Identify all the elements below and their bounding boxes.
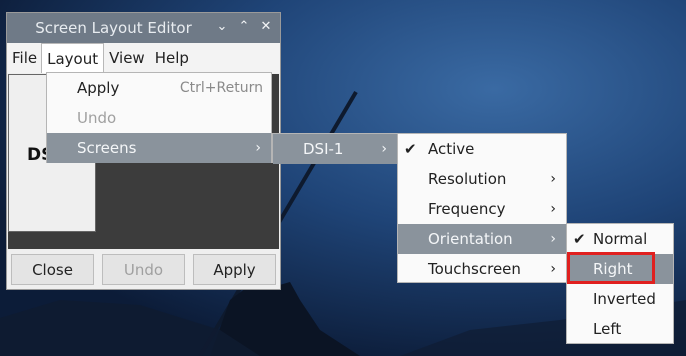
menu-view[interactable]: View	[104, 43, 150, 73]
menu-item-label: Inverted	[593, 290, 656, 308]
menu-item-label: Active	[428, 140, 475, 158]
undo-button[interactable]: Undo	[102, 254, 185, 285]
menu-item-label: Normal	[593, 230, 648, 248]
check-icon: ✔	[573, 230, 586, 248]
check-icon: ✔	[404, 140, 417, 158]
menu-item-left[interactable]: Left	[567, 314, 673, 344]
close-icon[interactable]: ✕	[258, 18, 274, 36]
layout-menu: Apply Ctrl+Return Undo Screens ›	[46, 72, 272, 163]
shortcut-label: Ctrl+Return	[179, 80, 263, 96]
chevron-right-icon: ›	[550, 171, 556, 187]
screens-submenu: DSI-1 ›	[272, 133, 398, 164]
window-title: Screen Layout Editor	[35, 19, 192, 37]
menu-item-inverted[interactable]: Inverted	[567, 284, 673, 314]
menu-item-screens[interactable]: Screens ›	[47, 133, 271, 163]
chevron-right-icon: ›	[550, 201, 556, 217]
chevron-right-icon: ›	[255, 140, 261, 156]
highlight-annotation-box	[567, 252, 655, 284]
menu-help[interactable]: Help	[150, 43, 194, 73]
menu-item-touchscreen[interactable]: Touchscreen ›	[398, 254, 566, 284]
menu-item-label: Frequency	[428, 200, 506, 218]
close-button[interactable]: Close	[11, 254, 94, 285]
menu-layout[interactable]: Layout	[41, 43, 105, 73]
menu-item-normal[interactable]: ✔ Normal	[567, 224, 673, 254]
menu-item-orientation[interactable]: Orientation ›	[398, 224, 566, 254]
menu-item-label: Undo	[77, 109, 117, 127]
menu-item-label: Resolution	[428, 170, 507, 188]
title-bar[interactable]: Screen Layout Editor ⌄ ⌃ ✕	[7, 13, 280, 43]
window-controls: ⌄ ⌃ ✕	[214, 18, 274, 36]
minimize-icon[interactable]: ⌄	[214, 18, 230, 36]
menu-file[interactable]: File	[7, 43, 42, 73]
maximize-icon[interactable]: ⌃	[236, 18, 252, 36]
apply-button[interactable]: Apply	[193, 254, 276, 285]
menu-item-label: DSI-1	[303, 140, 344, 158]
menu-item-frequency[interactable]: Frequency ›	[398, 194, 566, 224]
menu-item-undo[interactable]: Undo	[47, 103, 271, 133]
menu-item-label: Touchscreen	[428, 260, 521, 278]
menu-bar: File Layout View Help	[7, 43, 280, 73]
dsi-1-submenu: ✔ Active Resolution › Frequency › Orient…	[397, 133, 567, 283]
chevron-right-icon: ›	[381, 141, 387, 157]
button-row: Close Undo Apply	[7, 251, 280, 289]
menu-item-label: Orientation	[428, 230, 513, 248]
menu-item-apply[interactable]: Apply Ctrl+Return	[47, 73, 271, 103]
chevron-right-icon: ›	[550, 231, 556, 247]
menu-item-label: Apply	[77, 79, 120, 97]
menu-item-active[interactable]: ✔ Active	[398, 134, 566, 164]
chevron-right-icon: ›	[550, 261, 556, 277]
menu-item-dsi-1[interactable]: DSI-1 ›	[273, 134, 397, 164]
menu-item-label: Screens	[77, 139, 137, 157]
menu-item-resolution[interactable]: Resolution ›	[398, 164, 566, 194]
menu-item-label: Left	[593, 320, 622, 338]
